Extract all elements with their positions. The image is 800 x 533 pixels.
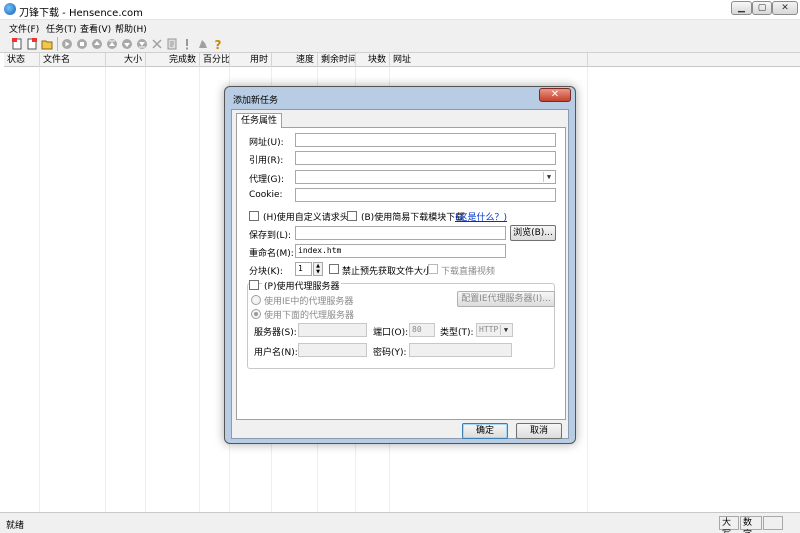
move-top-icon[interactable] (106, 38, 118, 50)
blocks-spinner[interactable]: ▲ ▼ (313, 262, 323, 276)
use-proxy-label: (P)使用代理服务器 (262, 279, 342, 292)
server-label: 服务器(S): (254, 328, 297, 338)
add-task-dialog: 添加新任务 ✕ 任务属性 网址(U): 引用(R): 代理(G): ▼ Cook… (224, 86, 576, 444)
col-completed[interactable]: 完成数 (146, 53, 200, 67)
use-below-proxy-radio[interactable] (251, 309, 261, 319)
config-ie-proxy-button[interactable]: 配置IE代理服务器(I)... (457, 291, 555, 307)
proxy-type-select[interactable]: HTTP ▼ (476, 323, 513, 337)
alert-icon[interactable] (181, 38, 193, 50)
what-is-this-link[interactable]: (这是什么？) (455, 210, 507, 223)
move-up-icon[interactable] (91, 38, 103, 50)
blocks-label: 分块(K): (249, 267, 283, 277)
menu-file[interactable]: 文件(F) (9, 22, 39, 35)
col-status[interactable]: 状态 (4, 53, 40, 67)
open-folder-icon[interactable] (41, 38, 53, 50)
toolbar: ? (0, 35, 800, 53)
status-bar: 就绪 大写 数字 (0, 512, 800, 533)
proxy-select[interactable]: ▼ (295, 170, 556, 184)
status-text: 就绪 (6, 521, 25, 531)
type-label: 类型(T): (440, 328, 474, 338)
browse-button[interactable]: 浏览(B)... (510, 225, 556, 241)
use-proxy-checkbox[interactable] (249, 280, 259, 290)
menu-view[interactable]: 查看(V) (80, 22, 111, 35)
username-input[interactable] (298, 343, 367, 357)
properties-icon[interactable] (166, 38, 178, 50)
server-input[interactable] (298, 323, 367, 337)
caps-indicator: 大写 (719, 516, 739, 533)
new-task-icon[interactable] (11, 38, 23, 50)
url-label: 网址(U): (249, 138, 284, 148)
col-blocks[interactable]: 块数 (356, 53, 390, 67)
start-icon[interactable] (61, 38, 73, 50)
referer-input[interactable] (295, 151, 556, 165)
col-percent[interactable]: 百分比 (200, 53, 230, 67)
menu-help[interactable]: 帮助(H) (115, 22, 147, 35)
col-elapsed[interactable]: 用时 (230, 53, 272, 67)
col-filename[interactable]: 文件名 (40, 53, 106, 67)
task-list-header: 状态 文件名 大小 完成数 百分比 用时 速度 剩余时间 块数 网址 (4, 53, 800, 67)
new-batch-icon[interactable] (26, 38, 38, 50)
dialog-body: 任务属性 网址(U): 引用(R): 代理(G): ▼ Cookie: (H)使… (231, 109, 569, 439)
custom-header-checkbox[interactable] (249, 211, 259, 221)
col-speed[interactable]: 速度 (272, 53, 318, 67)
svg-text:?: ? (215, 38, 222, 50)
cookie-input[interactable] (295, 188, 556, 202)
dialog-title: 添加新任务 (233, 96, 279, 106)
port-label: 端口(O): (373, 328, 409, 338)
username-label: 用户名(N): (254, 348, 298, 358)
task-properties-panel: 网址(U): 引用(R): 代理(G): ▼ Cookie: (H)使用自定义请… (236, 127, 566, 420)
dialog-close-button[interactable]: ✕ (539, 88, 571, 102)
tab-task-properties[interactable]: 任务属性 (236, 113, 282, 128)
title-bar: 刀锋下载 - Hensence.com ▁ ▢ ✕ (0, 0, 800, 20)
stream-label: 下载直播视频 (441, 267, 496, 277)
referer-label: 引用(R): (249, 156, 284, 166)
no-probe-checkbox[interactable] (329, 264, 339, 274)
stream-checkbox[interactable] (428, 264, 438, 274)
delete-icon[interactable] (151, 38, 163, 50)
menu-bar: 文件(F) 任务(T) 查看(V) 帮助(H) (0, 20, 800, 35)
blocks-input[interactable]: 1 (295, 262, 312, 276)
save-to-input[interactable] (295, 226, 506, 240)
stop-icon[interactable] (76, 38, 88, 50)
help-icon[interactable]: ? (212, 38, 224, 50)
cancel-button[interactable]: 取消 (516, 423, 562, 439)
maximize-button[interactable]: ▢ (752, 1, 772, 15)
use-below-proxy-label: 使用下面的代理服务器 (264, 311, 355, 321)
options-icon[interactable] (197, 38, 209, 50)
custom-header-label: (H)使用自定义请求头 (263, 213, 349, 223)
proxy-label: 代理(G): (249, 175, 285, 185)
menu-task[interactable]: 任务(T) (46, 22, 77, 35)
move-down-icon[interactable] (121, 38, 133, 50)
use-ie-proxy-label: 使用IE中的代理服务器 (264, 297, 354, 307)
window-title: 刀锋下载 - Hensence.com (19, 8, 143, 19)
save-to-label: 保存到(L): (249, 231, 292, 241)
close-button[interactable]: ✕ (772, 1, 798, 15)
col-size[interactable]: 大小 (106, 53, 146, 67)
app-logo-icon (4, 3, 16, 15)
no-probe-label: 禁止预先获取文件大小 (342, 267, 433, 277)
port-input[interactable]: 80 (409, 323, 435, 337)
minimize-button[interactable]: ▁ (731, 1, 752, 15)
col-url[interactable]: 网址 (390, 53, 588, 67)
rename-input[interactable]: index.htm (295, 244, 506, 258)
cookie-label: Cookie: (249, 190, 283, 200)
url-input[interactable] (295, 133, 556, 147)
proxy-type-value: HTTP (479, 325, 499, 334)
password-input[interactable] (409, 343, 512, 357)
use-simple-module-label: (B)使用简易下载模块下载 (361, 213, 465, 223)
col-remaining[interactable]: 剩余时间 (318, 53, 356, 67)
use-ie-proxy-radio[interactable] (251, 295, 261, 305)
use-simple-module-checkbox[interactable] (347, 211, 357, 221)
rename-label: 重命名(M): (249, 249, 294, 259)
num-indicator: 数字 (740, 516, 762, 533)
password-label: 密码(Y): (373, 348, 407, 358)
chevron-down-icon: ▼ (500, 325, 511, 335)
chevron-down-icon: ▼ (543, 172, 554, 182)
move-bottom-icon[interactable] (136, 38, 148, 50)
status-panel-empty (763, 516, 783, 530)
ok-button[interactable]: 确定 (462, 423, 508, 439)
